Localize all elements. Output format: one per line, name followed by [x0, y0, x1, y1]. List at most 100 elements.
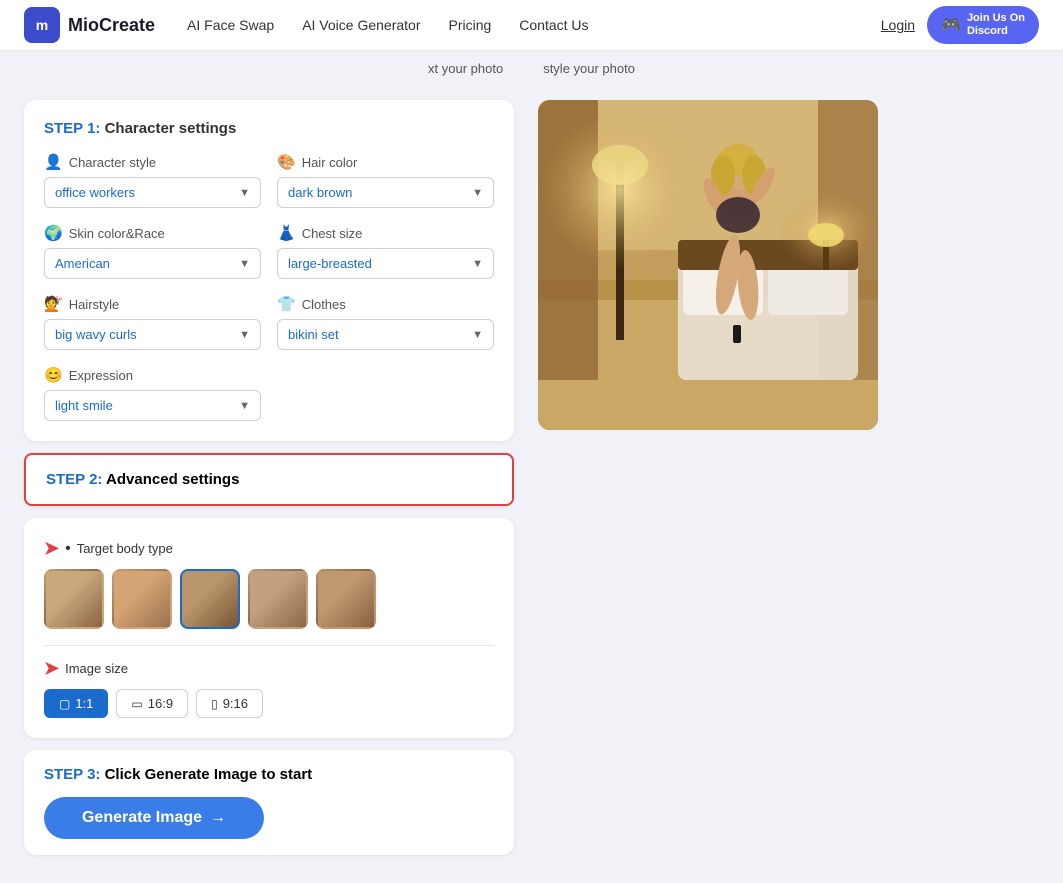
- skin-race-dropdown[interactable]: American ▼: [44, 248, 261, 279]
- size-16-9-button[interactable]: ▭ 16:9: [116, 689, 188, 718]
- body-type-label: ➤ • Target body type: [44, 538, 494, 559]
- nav-links: AI Face Swap AI Voice Generator Pricing …: [187, 17, 881, 33]
- logo-name: MioCreate: [68, 15, 155, 36]
- divider: [44, 645, 494, 646]
- logo-icon: m: [24, 7, 60, 43]
- right-panel: [538, 100, 1039, 867]
- step2-desc: Advanced settings: [106, 471, 239, 488]
- landscape-icon: ▭: [131, 697, 142, 711]
- image-size-label: ➤ Image size: [44, 658, 494, 679]
- login-button[interactable]: Login: [881, 17, 915, 33]
- portrait-icon: ▯: [211, 697, 218, 711]
- thumb-2-image: [114, 571, 170, 627]
- expression-dropdown[interactable]: light smile ▼: [44, 390, 261, 421]
- thumb-3-image: [182, 571, 238, 627]
- person-icon: 👤: [44, 153, 63, 171]
- skin-race-group: 🌍 Skin color&Race American ▼: [44, 224, 261, 279]
- chest-size-label: 👗 Chest size: [277, 224, 494, 242]
- nav-face-swap[interactable]: AI Face Swap: [187, 17, 274, 33]
- chevron-down-icon: ▼: [472, 258, 483, 270]
- bullet-icon: •: [65, 540, 71, 558]
- size-1-1-button[interactable]: ▢ 1:1: [44, 689, 108, 718]
- preview-image-inner: [538, 100, 878, 430]
- thumb-1-image: [46, 571, 102, 627]
- step3-desc: Click Generate Image to start: [105, 766, 313, 783]
- expression-label: 😊 Expression: [44, 366, 261, 384]
- chevron-down-icon: ▼: [239, 329, 250, 341]
- chest-size-group: 👗 Chest size large-breasted ▼: [277, 224, 494, 279]
- clothes-dropdown[interactable]: bikini set ▼: [277, 319, 494, 350]
- expression-icon: 😊: [44, 366, 63, 384]
- hair-color-group: 🎨 Hair color dark brown ▼: [277, 153, 494, 208]
- clothes-group: 👕 Clothes bikini set ▼: [277, 295, 494, 350]
- body-type-section: ➤ • Target body type: [44, 538, 494, 629]
- nav-pricing[interactable]: Pricing: [448, 17, 491, 33]
- hairstyle-label: 💇 Hairstyle: [44, 295, 261, 313]
- logo-area[interactable]: m MioCreate: [24, 7, 155, 43]
- body-thumb-2[interactable]: [112, 569, 172, 629]
- step3-label: STEP 3:: [44, 766, 100, 783]
- discord-button[interactable]: 🎮 Join Us OnDiscord: [927, 6, 1039, 44]
- nav-contact[interactable]: Contact Us: [519, 17, 588, 33]
- discord-label: Join Us OnDiscord: [967, 12, 1025, 38]
- character-style-label: 👤 Character style: [44, 153, 261, 171]
- body-thumb-4[interactable]: [248, 569, 308, 629]
- preview-image: [538, 100, 878, 430]
- nav-right: Login 🎮 Join Us OnDiscord: [881, 6, 1039, 44]
- generate-label: Generate Image: [82, 809, 202, 827]
- left-panel: STEP 1: Character settings 👤 Character s…: [24, 100, 514, 867]
- step1-card: STEP 1: Character settings 👤 Character s…: [24, 100, 514, 441]
- step2-header-card: STEP 2: Advanced settings: [24, 453, 514, 506]
- chevron-down-icon: ▼: [239, 258, 250, 270]
- chevron-down-icon: ▼: [472, 329, 483, 341]
- step3-title: STEP 3: Click Generate Image to start: [44, 766, 494, 783]
- chevron-down-icon: ▼: [239, 400, 250, 412]
- step1-label: STEP 1:: [44, 120, 100, 137]
- character-settings-grid: 👤 Character style office workers ▼ 🎨 Hai…: [44, 153, 494, 421]
- main-content: STEP 1: Character settings 👤 Character s…: [0, 84, 1063, 883]
- header-scroll-bar: xt your photo style your photo: [0, 51, 1063, 84]
- character-style-group: 👤 Character style office workers ▼: [44, 153, 261, 208]
- generate-image-button[interactable]: Generate Image →: [44, 797, 264, 839]
- scroll-text-1: xt your photo: [428, 61, 503, 76]
- nav-voice-generator[interactable]: AI Voice Generator: [302, 17, 420, 33]
- step1-title: STEP 1: Character settings: [44, 120, 494, 137]
- hairstyle-group: 💇 Hairstyle big wavy curls ▼: [44, 295, 261, 350]
- scroll-text-2: style your photo: [543, 61, 635, 76]
- hairstyle-dropdown[interactable]: big wavy curls ▼: [44, 319, 261, 350]
- body-thumb-3[interactable]: [180, 569, 240, 629]
- hairstyle-icon: 💇: [44, 295, 63, 313]
- navbar: m MioCreate AI Face Swap AI Voice Genera…: [0, 0, 1063, 51]
- skin-icon: 🌍: [44, 224, 63, 242]
- character-style-dropdown[interactable]: office workers ▼: [44, 177, 261, 208]
- thumb-4-image: [250, 571, 306, 627]
- step2-label: STEP 2:: [46, 471, 102, 488]
- chevron-down-icon: ▼: [472, 187, 483, 199]
- body-thumb-5[interactable]: [316, 569, 376, 629]
- clothes-label: 👕 Clothes: [277, 295, 494, 313]
- body-thumb-1[interactable]: [44, 569, 104, 629]
- size-9-16-button[interactable]: ▯ 9:16: [196, 689, 263, 718]
- clothes-icon: 👕: [277, 295, 296, 313]
- preview-svg: [538, 100, 878, 430]
- size-buttons-group: ▢ 1:1 ▭ 16:9 ▯ 9:16: [44, 689, 494, 718]
- step3-card: STEP 3: Click Generate Image to start Ge…: [24, 750, 514, 855]
- square-icon: ▢: [59, 697, 70, 711]
- discord-icon: 🎮: [941, 15, 961, 35]
- arrow-indicator-icon-2: ➤: [44, 658, 59, 679]
- chevron-down-icon: ▼: [239, 187, 250, 199]
- hair-color-icon: 🎨: [277, 153, 296, 171]
- step2-title: STEP 2: Advanced settings: [46, 471, 492, 488]
- hair-color-label: 🎨 Hair color: [277, 153, 494, 171]
- image-size-section: ➤ Image size ▢ 1:1 ▭ 16:9 ▯ 9:16: [44, 658, 494, 718]
- advanced-settings-card: ➤ • Target body type: [24, 518, 514, 738]
- hair-color-dropdown[interactable]: dark brown ▼: [277, 177, 494, 208]
- chest-icon: 👗: [277, 224, 296, 242]
- body-type-thumbnails: [44, 569, 494, 629]
- chest-size-dropdown[interactable]: large-breasted ▼: [277, 248, 494, 279]
- skin-race-label: 🌍 Skin color&Race: [44, 224, 261, 242]
- expression-group: 😊 Expression light smile ▼: [44, 366, 261, 421]
- thumb-5-image: [318, 571, 374, 627]
- arrow-indicator-icon: ➤: [44, 538, 59, 559]
- generate-arrow-icon: →: [210, 809, 226, 827]
